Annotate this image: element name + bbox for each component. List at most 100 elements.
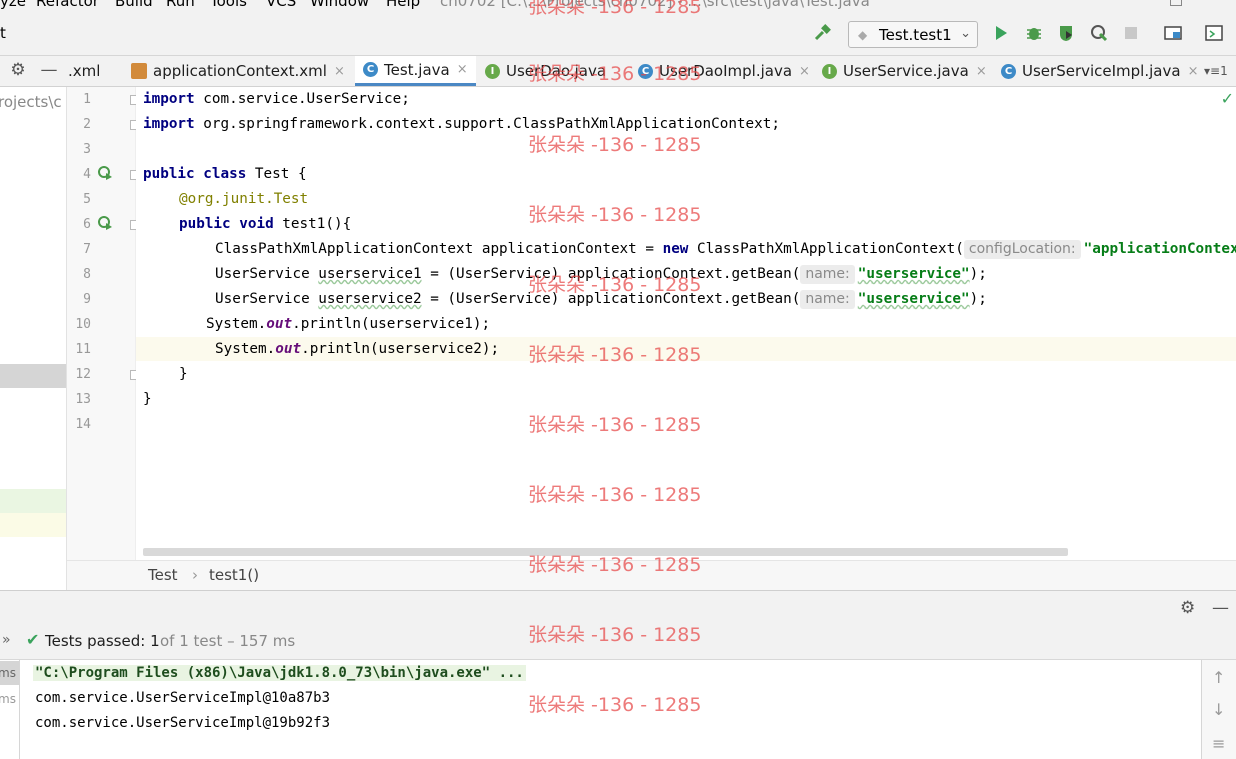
project-structure-icon[interactable] xyxy=(1162,22,1184,44)
close-window-icon[interactable] xyxy=(1216,0,1228,6)
horizontal-scrollbar[interactable] xyxy=(143,548,1068,556)
menu-help[interactable]: Help xyxy=(386,0,420,10)
class-icon: C xyxy=(638,63,653,79)
code-line-4: public class Test { xyxy=(143,166,307,182)
tab-label: UserServiceImpl.java xyxy=(1022,62,1181,80)
run-icon[interactable] xyxy=(990,22,1012,44)
code-line-12: } xyxy=(179,366,188,382)
check-icon: ✔ xyxy=(26,630,40,649)
interface-icon: I xyxy=(822,63,837,79)
menu-run[interactable]: Run xyxy=(166,0,195,10)
arrow-up-icon[interactable]: ↑ xyxy=(1212,668,1225,687)
breadcrumb-separator: › xyxy=(192,566,198,584)
arrow-down-icon[interactable]: ↓ xyxy=(1212,700,1225,719)
menu-refactor[interactable]: Refactor xyxy=(36,0,99,10)
menu-window[interactable]: Window xyxy=(310,0,369,10)
line-number: 4 xyxy=(83,167,91,182)
tab-label: UserDao.java xyxy=(506,62,607,80)
run-test-gutter-icon[interactable] xyxy=(97,165,113,185)
line-number: 12 xyxy=(75,367,91,382)
code-line-6: public void test1(){ xyxy=(179,216,352,232)
menu-vcs[interactable]: VCS xyxy=(266,0,296,10)
code-line-8: UserService userservice1 = (UserService)… xyxy=(215,265,987,284)
close-icon[interactable]: × xyxy=(976,64,987,79)
code-line-1: import com.service.UserService; xyxy=(143,91,410,107)
tests-detail: of 1 test – 157 ms xyxy=(160,632,296,650)
tab-xml[interactable]: .xml xyxy=(68,56,100,86)
gear-icon[interactable]: ⚙ xyxy=(7,59,29,81)
class-icon: C xyxy=(363,62,378,77)
stop-icon[interactable] xyxy=(1120,22,1142,44)
run-configuration-select[interactable]: ◆ Test.test1 ⌄ xyxy=(848,21,978,48)
breadcrumb-method[interactable]: test1() xyxy=(209,566,259,584)
close-icon[interactable]: × xyxy=(334,64,345,79)
chevron-down-icon: ⌄ xyxy=(960,26,971,41)
tab-userdao-java[interactable]: I UserDao.java xyxy=(485,56,606,86)
minimize-panel-icon[interactable]: — xyxy=(1212,598,1229,618)
menu-build[interactable]: Build xyxy=(115,0,153,10)
hammer-icon[interactable] xyxy=(812,22,834,44)
console-output[interactable]: "C:\Program Files (x86)\Java\jdk1.8.0_73… xyxy=(20,660,1202,759)
line-number: 7 xyxy=(83,242,91,257)
tab-userdaoimpl-java[interactable]: C UserDaoImpl.java × xyxy=(638,56,810,86)
code-line-2: import org.springframework.context.suppo… xyxy=(143,116,780,132)
tab-applicationcontext-xml[interactable]: applicationContext.xml × xyxy=(131,56,345,86)
debug-icon[interactable] xyxy=(1023,22,1045,44)
run-panel-header: ⚙ — xyxy=(0,590,1236,624)
test-tree: ms ms xyxy=(0,660,20,759)
project-selected-row[interactable] xyxy=(0,364,66,388)
project-row-modified[interactable] xyxy=(0,513,66,537)
code-line-11: System.out.println(userservice2); xyxy=(215,341,500,357)
editor-tab-bar: ⚙ — .xml applicationContext.xml × C Test… xyxy=(0,56,1236,87)
run-config-icon: ◆ xyxy=(858,28,868,42)
editor-gutter: 1 2 3 4 5 6 7 8 9 10 11 12 13 14 xyxy=(67,87,140,560)
project-row-added[interactable] xyxy=(0,489,66,513)
tests-passed-label: Tests passed: 1 xyxy=(45,632,160,650)
inspection-ok-icon[interactable]: ✓ xyxy=(1221,89,1234,108)
project-path[interactable]: rojects\c xyxy=(0,93,62,111)
breadcrumb-class[interactable]: Test xyxy=(148,566,178,584)
tab-userservice-java[interactable]: I UserService.java × xyxy=(822,56,987,86)
run-test-gutter-icon[interactable] xyxy=(97,215,113,235)
window-title: ch0702 [C:\...\Projects\ch0702] - ...\sr… xyxy=(440,0,870,10)
param-hint: name: xyxy=(800,265,855,284)
minimize-panel-icon[interactable]: — xyxy=(38,59,60,81)
xml-file-icon xyxy=(131,63,147,79)
code-line-9: UserService userservice2 = (UserService)… xyxy=(215,290,987,309)
expand-chevron-icon[interactable]: » xyxy=(2,632,11,648)
close-icon[interactable]: × xyxy=(1188,64,1199,79)
close-icon[interactable]: × xyxy=(799,64,810,79)
tab-userserviceimpl-java[interactable]: C UserServiceImpl.java × xyxy=(1001,56,1198,86)
nav-crumb[interactable]: t xyxy=(0,24,6,42)
gear-icon[interactable]: ⚙ xyxy=(1180,598,1195,618)
tab-label: applicationContext.xml xyxy=(153,62,327,80)
menu-tools[interactable]: Tools xyxy=(210,0,247,10)
run-config-label: Test.test1 xyxy=(879,25,952,44)
tab-overflow-menu[interactable]: ▾≡1 xyxy=(1204,56,1228,86)
tab-test-java[interactable]: C Test.java × xyxy=(355,56,476,86)
code-line-13: } xyxy=(143,391,152,407)
code-line-10: System.out.println(userservice1); xyxy=(206,316,491,332)
tab-label: .xml xyxy=(68,62,101,80)
menu-bar: yze Refactor Build Run Tools VCS Window … xyxy=(0,0,1236,12)
line-number: 1 xyxy=(83,92,91,107)
terminal-icon[interactable] xyxy=(1203,22,1225,44)
soft-wrap-icon[interactable]: ≡ xyxy=(1212,734,1225,753)
console-toolbar: ↑ ↓ ≡ xyxy=(1202,660,1236,759)
console-line: com.service.UserServiceImpl@10a87b3 xyxy=(35,690,331,706)
code-editor[interactable]: import com.service.UserService; import o… xyxy=(136,87,1236,560)
line-number: 14 xyxy=(75,417,91,432)
menu-analyze[interactable]: yze xyxy=(0,0,26,10)
class-icon: C xyxy=(1001,63,1016,79)
toolbar: t ◆ Test.test1 ⌄ xyxy=(0,12,1236,56)
line-number: 11 xyxy=(75,342,91,357)
profile-icon[interactable] xyxy=(1088,22,1110,44)
maximize-icon[interactable] xyxy=(1170,0,1182,6)
coverage-icon[interactable] xyxy=(1055,22,1077,44)
test-duration: ms xyxy=(0,666,16,680)
close-icon[interactable]: × xyxy=(457,62,468,77)
interface-icon: I xyxy=(485,63,500,79)
tab-label: UserService.java xyxy=(843,62,969,80)
line-number: 6 xyxy=(83,217,91,232)
line-number: 3 xyxy=(83,142,91,157)
